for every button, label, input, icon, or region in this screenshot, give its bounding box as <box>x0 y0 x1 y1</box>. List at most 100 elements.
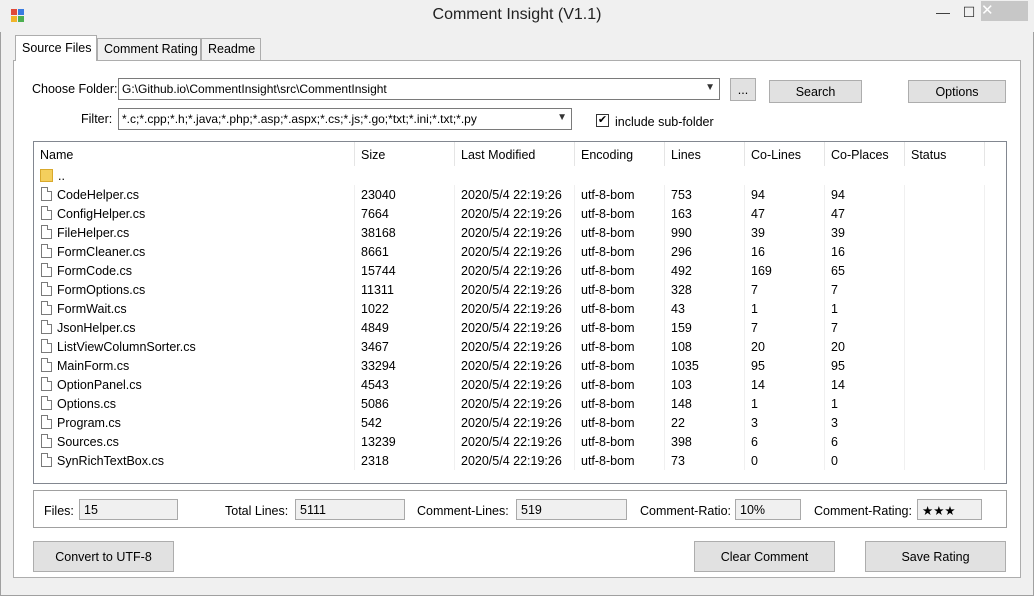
comment-rating-field[interactable]: ★★★ <box>917 499 982 520</box>
cell-co-places: 0 <box>825 451 905 470</box>
cell-co-places: 20 <box>825 337 905 356</box>
cell-co-lines: 3 <box>745 413 825 432</box>
table-row[interactable]: OptionPanel.cs 4543 2020/5/4 22:19:26 utf-8… <box>34 375 1006 394</box>
convert-utf8-button[interactable]: Convert to UTF-8 <box>33 541 174 572</box>
column-header-co-lines[interactable]: Co-Lines <box>745 142 825 166</box>
comment-lines-field[interactable]: 519 <box>516 499 627 520</box>
cell-name: FormCode.cs <box>51 261 355 280</box>
cell-co-places: 1 <box>825 299 905 318</box>
cell-name: ConfigHelper.cs <box>51 204 355 223</box>
cell-status <box>905 299 985 318</box>
table-row[interactable]: Options.cs 5086 2020/5/4 22:19:26 utf-8-bom… <box>34 394 1006 413</box>
comment-rating-label: Comment-Rating: <box>814 504 912 518</box>
options-button[interactable]: Options <box>908 80 1006 103</box>
cell-last-modified: 2020/5/4 22:19:26 <box>455 223 575 242</box>
cell-name: FormOptions.cs <box>51 280 355 299</box>
cell-name: JsonHelper.cs <box>51 318 355 337</box>
chevron-down-icon[interactable]: ▼ <box>557 112 567 123</box>
column-header-encoding[interactable]: Encoding <box>575 142 665 166</box>
cell-co-lines: 0 <box>745 451 825 470</box>
filter-combo[interactable]: *.c;*.cpp;*.h;*.java;*.php;*.asp;*.aspx;… <box>118 108 572 130</box>
cell-size: 5086 <box>355 394 455 413</box>
cell-status <box>905 394 985 413</box>
folder-combo[interactable]: G:\Github.io\CommentInsight\src\CommentI… <box>118 78 720 100</box>
tab-comment-rating[interactable]: Comment Rating <box>97 38 201 60</box>
table-row[interactable]: FormCleaner.cs 8661 2020/5/4 22:19:26 utf-8… <box>34 242 1006 261</box>
cell-last-modified: 2020/5/4 22:19:26 <box>455 394 575 413</box>
cell-name: SynRichTextBox.cs <box>51 451 355 470</box>
cell-co-lines: 14 <box>745 375 825 394</box>
files-count-field[interactable]: 15 <box>79 499 178 520</box>
include-subfolder-checkbox[interactable]: ✔ <box>596 114 609 127</box>
parent-folder-label: .. <box>58 169 65 183</box>
table-row[interactable]: ListViewColumnSorter.cs 3467 2020/5/4 22:1… <box>34 337 1006 356</box>
cell-co-places: 16 <box>825 242 905 261</box>
cell-status <box>905 223 985 242</box>
clear-comment-button[interactable]: Clear Comment <box>694 541 835 572</box>
file-list[interactable]: Name Size Last Modified Encoding Lines C… <box>33 141 1007 484</box>
cell-encoding: utf-8-bom <box>575 299 665 318</box>
cell-size: 542 <box>355 413 455 432</box>
cell-size: 4849 <box>355 318 455 337</box>
search-button[interactable]: Search <box>769 80 862 103</box>
tab-readme[interactable]: Readme <box>201 38 261 60</box>
table-row[interactable]: Program.cs 542 2020/5/4 22:19:26 utf-8-bom 2… <box>34 413 1006 432</box>
cell-last-modified: 2020/5/4 22:19:26 <box>455 185 575 204</box>
column-header-co-places[interactable]: Co-Places <box>825 142 905 166</box>
cell-encoding: utf-8-bom <box>575 223 665 242</box>
maximize-icon[interactable]: ☐ <box>956 2 982 24</box>
table-row[interactable]: JsonHelper.cs 4849 2020/5/4 22:19:26 utf-8-… <box>34 318 1006 337</box>
cell-last-modified: 2020/5/4 22:19:26 <box>455 242 575 261</box>
filter-value: *.c;*.cpp;*.h;*.java;*.php;*.asp;*.aspx;… <box>122 112 477 126</box>
cell-last-modified: 2020/5/4 22:19:26 <box>455 299 575 318</box>
cell-last-modified: 2020/5/4 22:19:26 <box>455 261 575 280</box>
table-row[interactable]: MainForm.cs 33294 2020/5/4 22:19:26 utf-8-b… <box>34 356 1006 375</box>
cell-size: 1022 <box>355 299 455 318</box>
cell-encoding: utf-8-bom <box>575 356 665 375</box>
cell-encoding: utf-8-bom <box>575 394 665 413</box>
cell-last-modified: 2020/5/4 22:19:26 <box>455 204 575 223</box>
cell-status <box>905 375 985 394</box>
cell-encoding: utf-8-bom <box>575 280 665 299</box>
minimize-icon[interactable]: — <box>930 2 956 24</box>
column-header-size[interactable]: Size <box>355 142 455 166</box>
files-count-label: Files: <box>44 504 74 518</box>
tab-source-files[interactable]: Source Files <box>15 35 97 61</box>
cell-lines: 1035 <box>665 356 745 375</box>
cell-lines: 296 <box>665 242 745 261</box>
table-row[interactable]: Sources.cs 13239 2020/5/4 22:19:26 utf-8-bo… <box>34 432 1006 451</box>
close-icon[interactable]: ✕ <box>981 1 1028 21</box>
total-lines-label: Total Lines: <box>225 504 289 518</box>
cell-size: 11311 <box>355 280 455 299</box>
cell-lines: 108 <box>665 337 745 356</box>
cell-name: FormCleaner.cs <box>51 242 355 261</box>
save-rating-button[interactable]: Save Rating <box>865 541 1006 572</box>
cell-encoding: utf-8-bom <box>575 242 665 261</box>
cell-last-modified: 2020/5/4 22:19:26 <box>455 451 575 470</box>
table-row[interactable]: FormCode.cs 15744 2020/5/4 22:19:26 utf-8-b… <box>34 261 1006 280</box>
list-item-parent[interactable]: .. <box>34 166 1006 185</box>
browse-button[interactable]: ... <box>730 78 756 101</box>
column-header-lines[interactable]: Lines <box>665 142 745 166</box>
comment-ratio-label: Comment-Ratio: <box>640 504 731 518</box>
filter-label: Filter: <box>81 112 113 126</box>
cell-last-modified: 2020/5/4 22:19:26 <box>455 356 575 375</box>
table-row[interactable]: SynRichTextBox.cs 2318 2020/5/4 22:19:26 ut… <box>34 451 1006 470</box>
column-header-status[interactable]: Status <box>905 142 985 166</box>
cell-co-places: 94 <box>825 185 905 204</box>
chevron-down-icon[interactable]: ▼ <box>705 82 715 93</box>
table-row[interactable]: ConfigHelper.cs 7664 2020/5/4 22:19:26 utf-… <box>34 204 1006 223</box>
total-lines-field[interactable]: 5111 <box>295 499 405 520</box>
table-row[interactable]: FileHelper.cs 38168 2020/5/4 22:19:26 utf-8… <box>34 223 1006 242</box>
cell-size: 33294 <box>355 356 455 375</box>
cell-co-lines: 95 <box>745 356 825 375</box>
table-row[interactable]: FormWait.cs 1022 2020/5/4 22:19:26 utf-8-bo… <box>34 299 1006 318</box>
comment-ratio-field[interactable]: 10% <box>735 499 801 520</box>
column-header-last-modified[interactable]: Last Modified <box>455 142 575 166</box>
cell-name: Program.cs <box>51 413 355 432</box>
choose-folder-label: Choose Folder: <box>32 82 118 96</box>
column-header-name[interactable]: Name <box>34 142 355 166</box>
table-row[interactable]: FormOptions.cs 11311 2020/5/4 22:19:26 utf-… <box>34 280 1006 299</box>
table-row[interactable]: CodeHelper.cs 23040 2020/5/4 22:19:26 utf-8… <box>34 185 1006 204</box>
cell-co-places: 95 <box>825 356 905 375</box>
